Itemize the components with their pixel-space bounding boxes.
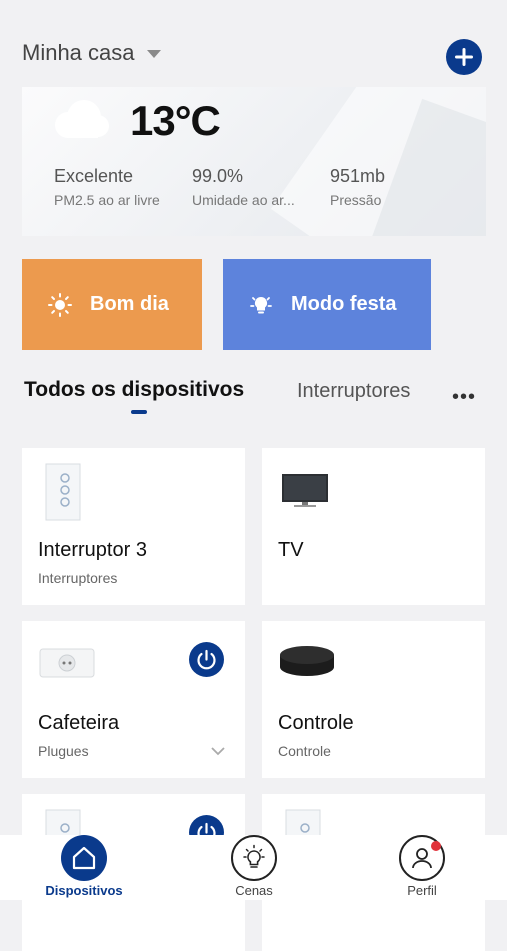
pressure-label: Pressão [330,192,382,208]
lightbulb-icon [231,835,277,881]
tv-icon [282,474,328,507]
wall-switch-3-gang-icon [45,463,81,521]
nav-label: Dispositivos [45,883,123,898]
device-category: Controle [278,743,331,759]
chevron-down-icon[interactable] [210,746,226,756]
device-category: Interruptores [38,570,118,586]
power-icon [197,649,216,670]
device-card-controle[interactable]: Controle Controle [262,621,485,778]
cloud-icon [55,100,109,138]
scene-label: Modo festa [291,293,397,315]
tab-switches[interactable]: Interruptores [297,380,410,403]
device-card-interruptor-3[interactable]: Interruptor 3 Interruptores [22,448,245,605]
bottom-navigation: Dispositivos Cenas Perfil [0,835,507,900]
device-category: Plugues [38,743,89,759]
device-name: Cafeteira [38,712,120,734]
weather-card[interactable]: 13°C Excelente PM2.5 ao ar livre 99.0% U… [22,87,486,236]
notification-dot [431,841,441,851]
nav-dispositivos[interactable]: Dispositivos [34,835,134,898]
nav-label: Perfil [407,883,437,898]
device-card-cafeteira[interactable]: Cafeteira Plugues [22,621,245,778]
temperature: 13°C [130,97,221,144]
device-name: Interruptor 3 [38,539,147,561]
device-name: TV [278,539,304,561]
nav-cenas[interactable]: Cenas [204,835,304,898]
scene-label: Bom dia [90,293,169,315]
air-quality-value: Excelente [54,166,134,186]
scene-modo-festa-button[interactable]: Modo festa [223,259,431,350]
active-tab-indicator [131,410,147,414]
lightbulb-icon [249,293,273,317]
humidity-label: Umidade ao ar... [192,192,295,208]
device-name: Controle [278,712,354,734]
add-button[interactable] [446,39,482,75]
nav-label: Cenas [235,883,273,898]
nav-perfil[interactable]: Perfil [372,835,472,898]
more-options-icon[interactable]: ••• [452,386,476,409]
home-icon [61,835,107,881]
home-title: Minha casa [22,40,135,65]
sun-icon [48,292,72,317]
power-toggle-button[interactable] [189,642,224,677]
pressure-value: 951mb [330,166,386,186]
air-quality-label: PM2.5 ao ar livre [54,192,160,208]
home-selector[interactable]: Minha casa [22,40,161,66]
scene-bom-dia-button[interactable]: Bom dia [22,259,202,350]
device-card-tv[interactable]: TV [262,448,485,605]
humidity-value: 99.0% [192,166,244,186]
plus-icon [455,48,473,66]
plug-socket-icon [39,648,95,678]
ir-remote-hub-icon [280,646,334,676]
tab-all-devices[interactable]: Todos os dispositivos [24,378,244,402]
caret-down-icon [146,50,161,58]
